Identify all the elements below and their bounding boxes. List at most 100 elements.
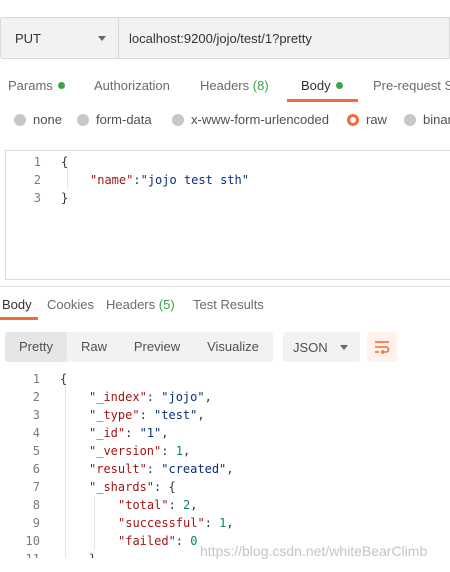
line-number: 5 — [32, 444, 40, 458]
radio-urlencoded[interactable]: x-www-form-urlencoded — [172, 112, 329, 127]
chevron-down-icon — [98, 36, 106, 41]
code-open-brace: { — [61, 155, 69, 169]
pretty-button[interactable]: Pretty — [5, 332, 67, 362]
tab-authorization[interactable]: Authorization — [94, 78, 170, 93]
json-value: 0 — [190, 534, 198, 548]
request-body-editor[interactable]: 1 2 3 { "name":"jojo test sth" } — [5, 150, 450, 280]
tab-params-label: Params — [8, 78, 53, 93]
code-line: "failed": 0 — [118, 534, 198, 548]
code-line: "result": "created", — [89, 462, 234, 476]
line-number: 8 — [32, 498, 40, 512]
line-number: 1 — [33, 155, 41, 169]
json-value: "1" — [139, 426, 162, 440]
active-dot-icon — [335, 82, 343, 89]
json-brace: { — [168, 480, 176, 494]
code-close-brace: } — [61, 191, 69, 205]
radio-none-label: none — [33, 112, 62, 127]
json-key: "result" — [89, 462, 147, 476]
line-number: 2 — [32, 390, 40, 404]
json-key: "_type" — [89, 408, 140, 422]
json-key: "_index" — [89, 390, 147, 404]
tab-headers[interactable]: Headers (8) — [200, 78, 269, 93]
resp-tab-body[interactable]: Body — [2, 297, 32, 312]
resp-tab-headers-label: Headers — [106, 297, 156, 312]
format-select[interactable]: JSON — [283, 332, 360, 362]
visualize-button[interactable]: Visualize — [193, 332, 273, 362]
line-number: 4 — [32, 426, 40, 440]
code-line: "_version": 1, — [89, 444, 191, 458]
resp-tab-headers[interactable]: Headers (5) — [106, 297, 175, 312]
wrap-lines-button[interactable] — [367, 332, 397, 362]
tab-prerequest-script[interactable]: Pre-request Sc — [373, 78, 450, 93]
json-key: "_shards" — [89, 480, 155, 494]
tab-body-label: Body — [301, 78, 331, 93]
resp-tab-cookies-label: Cookies — [47, 297, 94, 312]
divider — [0, 286, 450, 287]
tab-params[interactable]: Params — [8, 78, 65, 93]
code-line: "_id": "1", — [89, 426, 169, 440]
url-text: localhost:9200/jojo/test/1?pretty — [129, 30, 312, 46]
response-tabs: Body Cookies Headers (5) Test Results — [0, 296, 450, 322]
response-body-viewer[interactable]: 1 2 3 4 5 6 7 8 9 10 11 { "_index": "joj… — [0, 370, 450, 558]
radio-form-data[interactable]: form-data — [77, 112, 152, 127]
indent-guide — [65, 387, 66, 558]
line-number: 1 — [32, 372, 40, 386]
radio-form-data-label: form-data — [96, 112, 152, 127]
method-label: PUT — [15, 30, 41, 46]
code-line: "_index": "jojo", — [89, 390, 212, 404]
tab-prerequest-label: Pre-request Sc — [373, 78, 450, 93]
json-colon: : — [133, 173, 141, 187]
tab-body[interactable]: Body — [301, 78, 343, 93]
line-number: 3 — [33, 191, 41, 205]
resp-headers-count: (5) — [158, 297, 175, 312]
json-key: "successful" — [118, 516, 205, 530]
wrap-lines-icon — [375, 341, 390, 354]
json-value: "jojo test sth" — [140, 173, 249, 187]
line-number: 10 — [25, 534, 40, 548]
method-select[interactable]: PUT — [0, 17, 119, 59]
tab-authorization-label: Authorization — [94, 78, 170, 93]
line-number: 11 — [10, 550, 40, 558]
radio-binary[interactable]: binar — [404, 112, 450, 127]
view-mode-segmented: Pretty Raw Preview Visualize — [5, 332, 273, 362]
radio-raw[interactable]: raw — [347, 112, 387, 127]
radio-selected-icon — [347, 113, 359, 126]
active-tab-underline — [287, 99, 358, 102]
chevron-down-icon — [340, 345, 348, 350]
json-key: "_id" — [89, 426, 126, 440]
request-url-bar: PUT localhost:9200/jojo/test/1?pretty — [0, 17, 450, 61]
json-key: "total" — [118, 498, 169, 512]
radio-binary-label: binar — [423, 112, 450, 127]
json-value: 1 — [175, 444, 183, 458]
radio-none[interactable]: none — [14, 112, 62, 127]
request-tabs: Params Authorization Headers (8) Body Pr… — [0, 72, 450, 102]
resp-tab-body-label: Body — [2, 297, 32, 312]
resp-tab-test-results-label: Test Results — [193, 297, 264, 312]
preview-button[interactable]: Preview — [121, 332, 193, 362]
json-key: "_version" — [89, 444, 162, 458]
indent-guide — [94, 495, 95, 550]
response-toolbar: Pretty Raw Preview Visualize JSON — [5, 332, 450, 362]
radio-circle-icon — [172, 113, 184, 126]
line-number: 2 — [33, 173, 41, 187]
code-open-brace: { — [60, 372, 68, 386]
line-number: 9 — [32, 516, 40, 530]
resp-tab-test-results[interactable]: Test Results — [193, 297, 264, 312]
line-number: 6 — [32, 462, 40, 476]
format-label: JSON — [293, 339, 328, 355]
url-input[interactable]: localhost:9200/jojo/test/1?pretty — [119, 17, 450, 59]
resp-tab-cookies[interactable]: Cookies — [47, 297, 94, 312]
json-key: "name" — [90, 173, 134, 187]
radio-circle-icon — [14, 113, 26, 126]
body-type-radios: none form-data x-www-form-urlencoded raw… — [0, 112, 450, 134]
radio-circle-icon — [77, 113, 89, 126]
code-line: "total": 2, — [118, 498, 198, 512]
code-close-brace: } — [89, 550, 96, 558]
json-value: "created" — [161, 462, 227, 476]
raw-button[interactable]: Raw — [67, 332, 121, 362]
json-value: "jojo" — [161, 390, 205, 404]
code-line: "successful": 1, — [118, 516, 234, 530]
radio-circle-icon — [404, 113, 416, 126]
line-number: 3 — [32, 408, 40, 422]
active-dot-icon — [57, 82, 65, 89]
